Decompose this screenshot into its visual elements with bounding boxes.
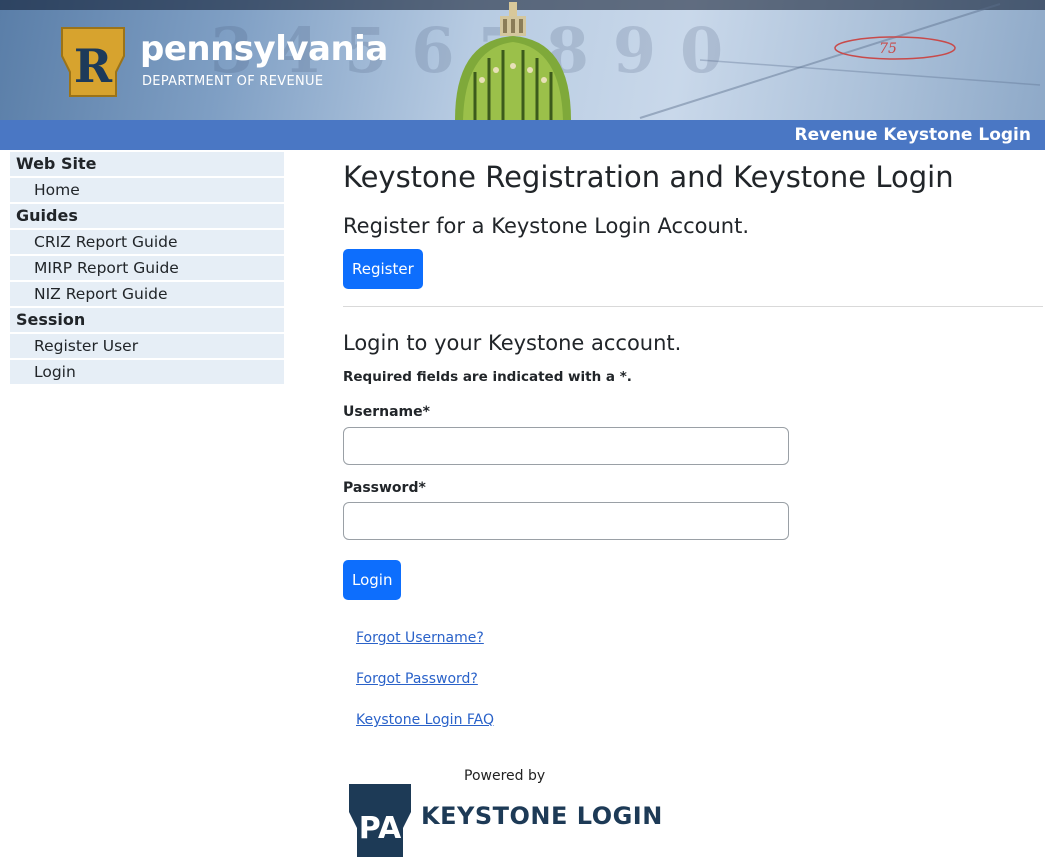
register-heading: Register for a Keystone Login Account. xyxy=(343,214,750,238)
revenue-keystone-logo: R xyxy=(61,27,125,97)
password-label: Password* xyxy=(343,480,426,496)
username-input[interactable] xyxy=(343,427,789,465)
state-name: pennsylvania xyxy=(140,29,388,69)
sidebar-heading-web-site: Web Site xyxy=(10,152,284,176)
page-title: Keystone Registration and Keystone Login xyxy=(343,160,954,194)
pa-keystone-icon: PA xyxy=(349,784,411,857)
logo-letter: R xyxy=(74,39,113,93)
sidebar-nav: Web Site Home Guides CRIZ Report Guide M… xyxy=(10,152,284,386)
login-button[interactable]: Login xyxy=(343,560,402,600)
title-bar: Revenue Keystone Login xyxy=(0,120,1045,150)
keystone-login-faq-link[interactable]: Keystone Login FAQ xyxy=(356,712,494,728)
sidebar-item-niz-report-guide[interactable]: NIZ Report Guide xyxy=(10,282,284,306)
login-heading: Login to your Keystone account. xyxy=(343,331,682,355)
route-sign-decoration: 75 xyxy=(834,36,956,60)
header-banner: 34567890 R pennsylvania DEPARTMENT OF RE… xyxy=(0,0,1045,120)
sidebar-heading-session: Session xyxy=(10,308,284,332)
capitol-dome-image xyxy=(455,2,571,120)
password-input[interactable] xyxy=(343,502,789,540)
register-button[interactable]: Register xyxy=(343,249,423,289)
sidebar-item-home[interactable]: Home xyxy=(10,178,284,202)
department-name: DEPARTMENT OF REVENUE xyxy=(142,74,324,89)
svg-text:PA: PA xyxy=(359,811,402,846)
username-label: Username* xyxy=(343,404,430,420)
required-fields-note: Required fields are indicated with a *. xyxy=(343,369,632,385)
sidebar-item-login[interactable]: Login xyxy=(10,360,284,384)
keystone-login-badge: PA KEYSTONE LOGIN xyxy=(345,782,685,857)
svg-text:75: 75 xyxy=(879,41,897,57)
sidebar-item-mirp-report-guide[interactable]: MIRP Report Guide xyxy=(10,256,284,280)
forgot-username-link[interactable]: Forgot Username? xyxy=(356,630,484,646)
sidebar-heading-guides: Guides xyxy=(10,204,284,228)
sidebar-item-register-user[interactable]: Register User xyxy=(10,334,284,358)
forgot-password-link[interactable]: Forgot Password? xyxy=(356,671,478,687)
app-title: Revenue Keystone Login xyxy=(794,125,1031,145)
sidebar-item-criz-report-guide[interactable]: CRIZ Report Guide xyxy=(10,230,284,254)
section-divider xyxy=(343,306,1043,307)
keystone-login-wordmark: KEYSTONE LOGIN xyxy=(421,802,663,830)
